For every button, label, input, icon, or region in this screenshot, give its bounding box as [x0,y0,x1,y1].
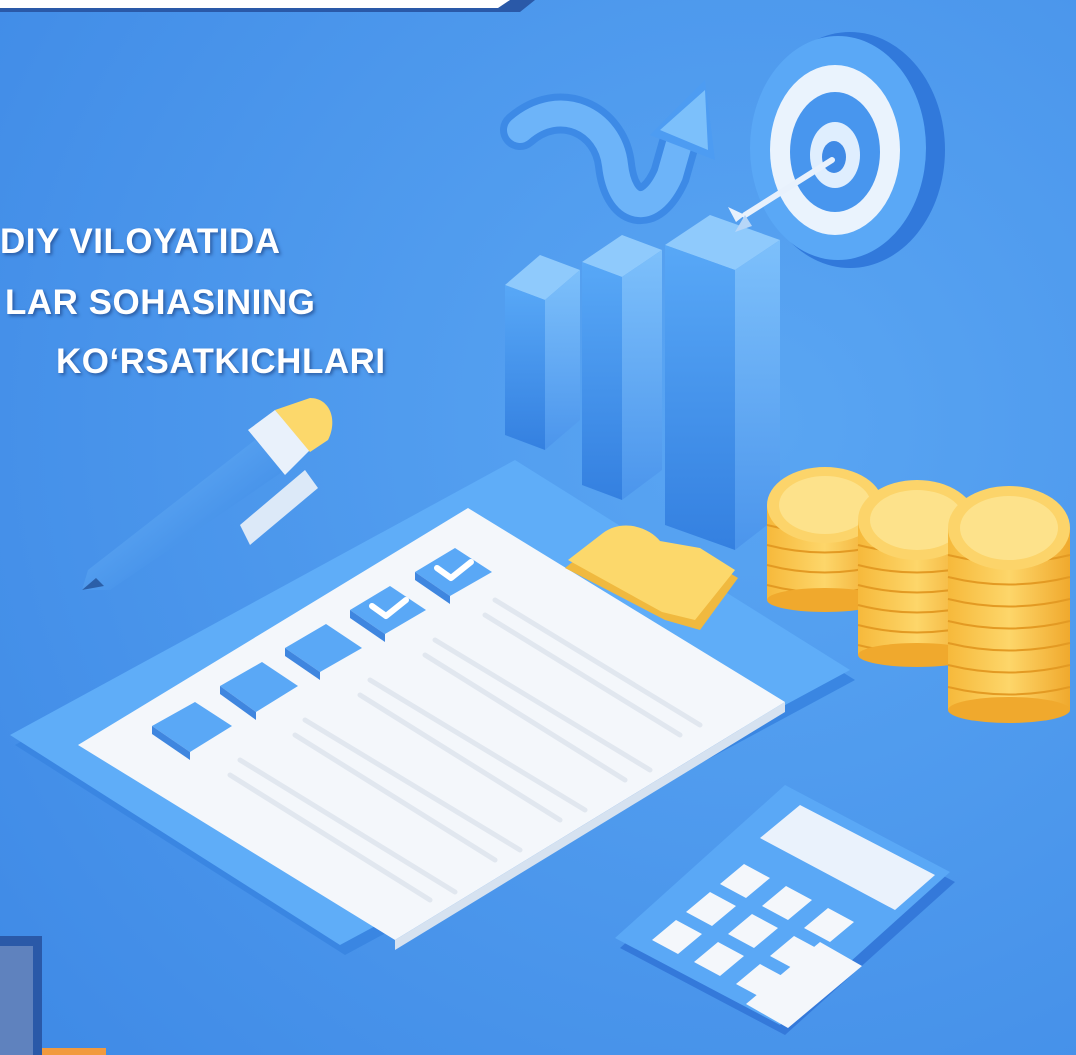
title-line-1: DIY VILOYATIDA [0,222,281,261]
title-line-2: LAR SOHASINING [5,283,316,322]
illustration [0,0,1076,1055]
top-frame [0,0,535,12]
title-line-3: KO‘RSATKICHLARI [56,342,386,381]
